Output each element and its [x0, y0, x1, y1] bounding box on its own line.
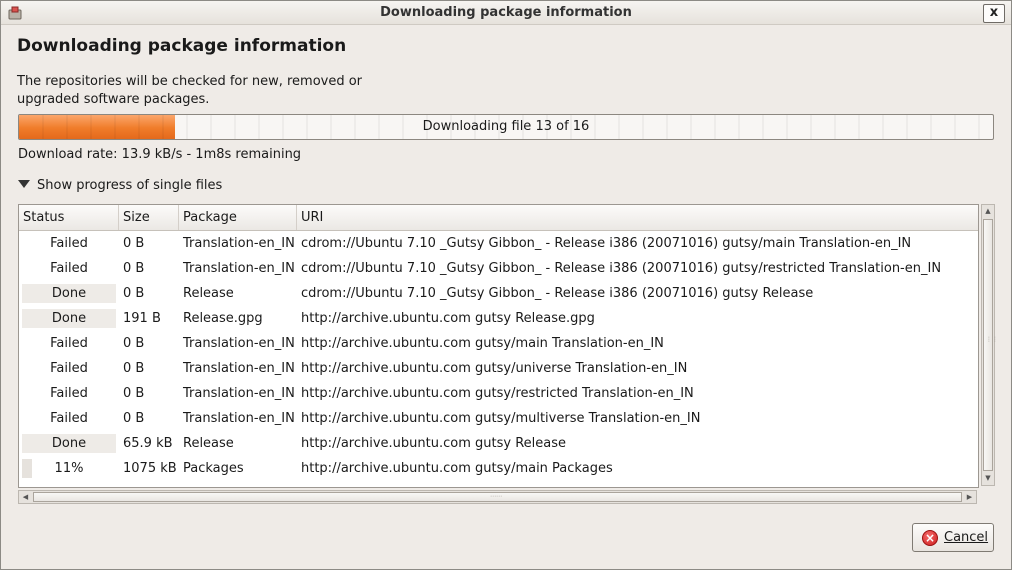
status-progress-cell: Failed [22, 384, 116, 403]
size-cell: 1075 kB [123, 461, 177, 476]
show-progress-expander[interactable]: Show progress of single files [18, 178, 222, 193]
expander-arrow-icon [18, 180, 30, 188]
window-title: Downloading package information [380, 5, 632, 20]
status-text: Failed [50, 361, 88, 376]
status-progress-cell: Done [22, 309, 116, 328]
uri-cell: cdrom://Ubuntu 7.10 _Gutsy Gibbon_ - Rel… [301, 286, 814, 301]
uri-cell: http://archive.ubuntu.com gutsy/main Tra… [301, 336, 664, 351]
size-cell: 0 B [123, 361, 145, 376]
size-cell: 0 B [123, 261, 145, 276]
dialog-window: Downloading package information x Downlo… [0, 0, 1012, 570]
status-progress-cell: Failed [22, 334, 116, 353]
size-cell: 0 B [123, 411, 145, 426]
package-cell: Translation-en_IN [183, 261, 295, 276]
package-cell: Translation-en_IN [183, 336, 295, 351]
table-row[interactable]: Done 65.9 kB Release http://archive.ubuntu.… [19, 431, 978, 456]
uri-cell: http://archive.ubuntu.com gutsy/restrict… [301, 386, 694, 401]
cancel-button[interactable]: × Cancel [912, 523, 994, 552]
size-cell: 0 B [123, 286, 145, 301]
package-cell: Translation-en_IN [183, 386, 295, 401]
close-icon[interactable]: x [983, 4, 1005, 23]
package-cell: Translation-en_IN [183, 411, 295, 426]
status-text: Done [51, 436, 87, 451]
package-cell: Release.gpg [183, 311, 263, 326]
size-cell: 191 B [123, 311, 161, 326]
column-header-package[interactable]: Package [179, 205, 297, 230]
uri-cell: http://archive.ubuntu.com gutsy/universe… [301, 361, 688, 376]
status-progress-cell: 11% [22, 459, 116, 478]
status-progress-cell: Failed [22, 259, 116, 278]
status-progress-fill [22, 459, 33, 478]
table-row[interactable]: Failed 0 B Translation-en_IN http://archive… [19, 381, 978, 406]
table-body: Failed 0 B Translation-en_IN cdrom://Ubuntu… [19, 231, 978, 481]
status-progress-cell: Failed [22, 359, 116, 378]
dialog-description: The repositories will be checked for new… [17, 74, 363, 107]
status-progress-cell: Failed [22, 409, 116, 428]
uri-cell: http://archive.ubuntu.com gutsy/main Pac… [301, 461, 613, 476]
table-row[interactable]: Failed 0 B Translation-en_IN cdrom://Ubuntu… [19, 231, 978, 256]
grip-icon: ⋮⋮ [986, 336, 998, 343]
status-text: Failed [50, 236, 88, 251]
status-progress-cell: Done [22, 434, 116, 453]
package-cell: Release [183, 436, 234, 451]
package-cell: Translation-en_IN [183, 361, 295, 376]
column-header-status[interactable]: Status [19, 205, 119, 230]
status-text: Failed [50, 411, 88, 426]
column-header-uri[interactable]: URI [297, 205, 978, 230]
status-text: Failed [50, 386, 88, 401]
column-header-size[interactable]: Size [119, 205, 179, 230]
table-row[interactable]: Done 191 B Release.gpg http://archive.ubunt… [19, 306, 978, 331]
vertical-scroll-thumb[interactable]: ⋮⋮ [983, 219, 998, 471]
expander-label: Show progress of single files [37, 178, 223, 193]
progress-text: Downloading file 13 of 16 [422, 119, 590, 134]
table-header: Status Size Package URI [19, 205, 978, 231]
uri-cell: cdrom://Ubuntu 7.10 _Gutsy Gibbon_ - Rel… [301, 261, 942, 276]
table-row[interactable]: Failed 0 B Translation-en_IN http://archive… [19, 356, 978, 381]
uri-cell: http://archive.ubuntu.com gutsy/multiver… [301, 411, 701, 426]
status-progress-cell: Failed [22, 234, 116, 253]
size-cell: 0 B [123, 336, 145, 351]
status-text: Failed [50, 336, 88, 351]
table-row[interactable]: Failed 0 B Translation-en_IN http://archive… [19, 406, 978, 431]
size-cell: 65.9 kB [123, 436, 173, 451]
package-cell: Packages [183, 461, 244, 476]
grip-icon: ⋯⋯ [490, 493, 502, 500]
size-cell: 0 B [123, 236, 145, 251]
uri-cell: cdrom://Ubuntu 7.10 _Gutsy Gibbon_ - Rel… [301, 236, 912, 251]
horizontal-scrollbar[interactable]: ◀ ⋯⋯ ▶ [18, 490, 977, 504]
cancel-label: Cancel [944, 530, 989, 545]
uri-cell: http://archive.ubuntu.com gutsy Release [301, 436, 566, 451]
scroll-down-icon[interactable]: ▼ [982, 472, 994, 485]
status-text: 11% [54, 461, 84, 476]
status-progress-cell: Done [22, 284, 116, 303]
uri-cell: http://archive.ubuntu.com gutsy Release.… [301, 311, 595, 326]
titlebar[interactable]: Downloading package information x [1, 1, 1011, 25]
scroll-right-icon[interactable]: ▶ [963, 491, 976, 503]
table-row[interactable]: 11% 1075 kB Packages http://archive.ubuntu.… [19, 456, 978, 481]
table-row[interactable]: Failed 0 B Translation-en_IN http://archive… [19, 331, 978, 356]
status-text: Failed [50, 261, 88, 276]
cancel-icon: × [922, 530, 938, 546]
status-text: Done [51, 286, 87, 301]
table-row[interactable]: Failed 0 B Translation-en_IN cdrom://Ubuntu… [19, 256, 978, 281]
scroll-left-icon[interactable]: ◀ [19, 491, 32, 503]
horizontal-scroll-thumb[interactable]: ⋯⋯ [33, 492, 962, 502]
download-rate: Download rate: 13.9 kB/s - 1m8s remainin… [18, 147, 302, 162]
overall-progress-bar: Downloading file 13 of 16 [18, 114, 994, 140]
table-row[interactable]: Done 0 B Release cdrom://Ubuntu 7.10 _Gutsy… [19, 281, 978, 306]
package-cell: Release [183, 286, 234, 301]
scroll-up-icon[interactable]: ▲ [982, 205, 994, 218]
package-cell: Translation-en_IN [183, 236, 295, 251]
status-text: Done [51, 311, 87, 326]
files-table: Status Size Package URI Failed 0 B Transla… [18, 204, 979, 488]
dialog-heading: Downloading package information [17, 36, 347, 56]
size-cell: 0 B [123, 386, 145, 401]
vertical-scrollbar[interactable]: ▲ ⋮⋮ ▼ [981, 204, 998, 486]
